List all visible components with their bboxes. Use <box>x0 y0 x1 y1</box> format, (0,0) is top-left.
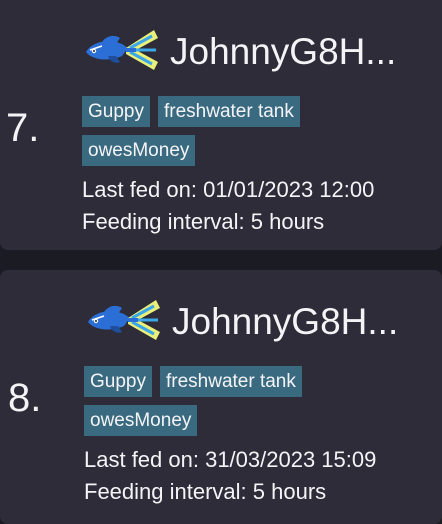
fish-header: JohnnyG8H... <box>82 26 396 78</box>
fish-card[interactable]: 8. JohnnyG8H... Guppy freshwater tank ow… <box>0 270 442 524</box>
rank-number: 8. <box>8 376 42 420</box>
tag-status[interactable]: owesMoney <box>82 135 196 166</box>
fish-name: JohnnyG8H... <box>170 31 397 72</box>
feeding-interval-text: Feeding interval: 5 hours <box>82 209 325 234</box>
guppy-fish-icon <box>82 26 160 79</box>
tag-list: Guppy freshwater tank owesMoney <box>84 366 384 436</box>
guppy-fish-icon <box>84 296 162 349</box>
tag-species[interactable]: Guppy <box>84 366 152 397</box>
tag-tank[interactable]: freshwater tank <box>159 366 302 397</box>
last-fed-text: Last fed on: 01/01/2023 12:00 <box>82 177 375 202</box>
feeding-info: Last fed on: 01/01/2023 12:00 Feeding in… <box>82 174 374 238</box>
fish-header: JohnnyG8H... <box>84 296 398 348</box>
tag-list: Guppy freshwater tank owesMoney <box>82 96 382 166</box>
feeding-info: Last fed on: 31/03/2023 15:09 Feeding in… <box>84 444 376 508</box>
last-fed-text: Last fed on: 31/03/2023 15:09 <box>84 447 377 472</box>
feeding-interval-text: Feeding interval: 5 hours <box>84 479 327 504</box>
tag-tank[interactable]: freshwater tank <box>157 96 300 127</box>
fish-name: JohnnyG8H... <box>172 301 399 342</box>
tag-status[interactable]: owesMoney <box>84 405 198 436</box>
fish-card[interactable]: 7. JohnnyG8H... Guppy freshwater tank ow… <box>0 0 442 250</box>
rank-number: 7. <box>6 106 40 150</box>
fish-list: 7. JohnnyG8H... Guppy freshwater tank ow… <box>0 0 442 524</box>
tag-species[interactable]: Guppy <box>82 96 150 127</box>
